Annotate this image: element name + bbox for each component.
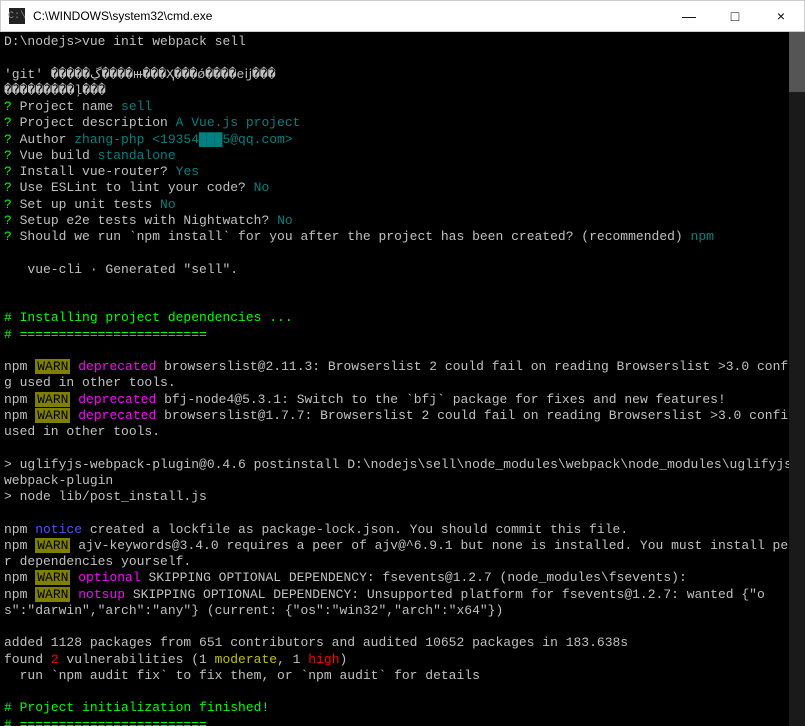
command-line: D:\nodejs>vue init webpack sell [4, 34, 801, 50]
summary-added: added 1128 packages from 651 contributor… [4, 635, 801, 651]
minimize-button[interactable]: — [666, 1, 712, 31]
prompt-eslint: ? Use ESLint to lint your code? No [4, 180, 801, 196]
scrollbar[interactable] [789, 32, 805, 726]
scrollbar-thumb[interactable] [789, 32, 805, 92]
summary-audit: run `npm audit fix` to fix them, or `npm… [4, 668, 801, 684]
output-line [4, 440, 801, 456]
window-controls: — □ × [666, 1, 804, 31]
cmd-icon: C:\ [9, 8, 25, 24]
npm-warn-deprecated: npm WARN deprecated bfj-node4@5.3.1: Swi… [4, 392, 801, 408]
window-title: C:\WINDOWS\system32\cmd.exe [33, 9, 666, 23]
prompt-project-description: ? Project description A Vue.js project [4, 115, 801, 131]
postinstall-line: > node lib/post_install.js [4, 489, 801, 505]
generated-line: vue-cli · Generated "sell". [4, 262, 801, 278]
npm-warn-deprecated: npm WARN deprecated browserslist@1.7.7: … [4, 408, 801, 441]
installing-header: # Installing project dependencies ... [4, 310, 801, 326]
output-line [4, 684, 801, 700]
postinstall-line: > uglifyjs-webpack-plugin@0.4.6 postinst… [4, 457, 801, 490]
close-button[interactable]: × [758, 1, 804, 31]
prompt-vue-router: ? Install vue-router? Yes [4, 164, 801, 180]
output-line [4, 50, 801, 66]
summary-vulnerabilities: found 2 vulnerabilities (1 moderate, 1 h… [4, 652, 801, 668]
git-error-line2: ���������ļ��� [4, 83, 801, 99]
command-text: vue init webpack sell [82, 34, 246, 49]
window-titlebar: C:\ C:\WINDOWS\system32\cmd.exe — □ × [0, 0, 805, 32]
npm-notice: npm notice created a lockfile as package… [4, 522, 801, 538]
git-error-line: 'git' �����ڲ����ⲿ���Ҳ���ǿ����еĳ��� [4, 67, 801, 83]
npm-warn-deprecated: npm WARN deprecated browserslist@2.11.3:… [4, 359, 801, 392]
output-line [4, 245, 801, 261]
maximize-button[interactable]: □ [712, 1, 758, 31]
prompt-vue-build: ? Vue build standalone [4, 148, 801, 164]
prompt-author: ? Author zhang-php <19354███5@qq.com> [4, 132, 801, 148]
output-line [4, 278, 801, 294]
prompt-project-name: ? Project name sell [4, 99, 801, 115]
divider-line: # ======================== [4, 717, 801, 726]
output-line [4, 619, 801, 635]
prompt-text: D:\nodejs> [4, 34, 82, 49]
npm-warn-peer: npm WARN ajv-keywords@3.4.0 requires a p… [4, 538, 801, 571]
prompt-npm-install: ? Should we run `npm install` for you af… [4, 229, 801, 245]
npm-warn-notsup: npm WARN notsup SKIPPING OPTIONAL DEPEND… [4, 587, 801, 620]
output-line [4, 343, 801, 359]
divider-line: # ======================== [4, 327, 801, 343]
terminal-output[interactable]: D:\nodejs>vue init webpack sell 'git' ��… [0, 32, 805, 726]
prompt-e2e-tests: ? Setup e2e tests with Nightwatch? No [4, 213, 801, 229]
prompt-unit-tests: ? Set up unit tests No [4, 197, 801, 213]
npm-warn-optional: npm WARN optional SKIPPING OPTIONAL DEPE… [4, 570, 801, 586]
output-line [4, 505, 801, 521]
output-line [4, 294, 801, 310]
finish-header: # Project initialization finished! [4, 700, 801, 716]
